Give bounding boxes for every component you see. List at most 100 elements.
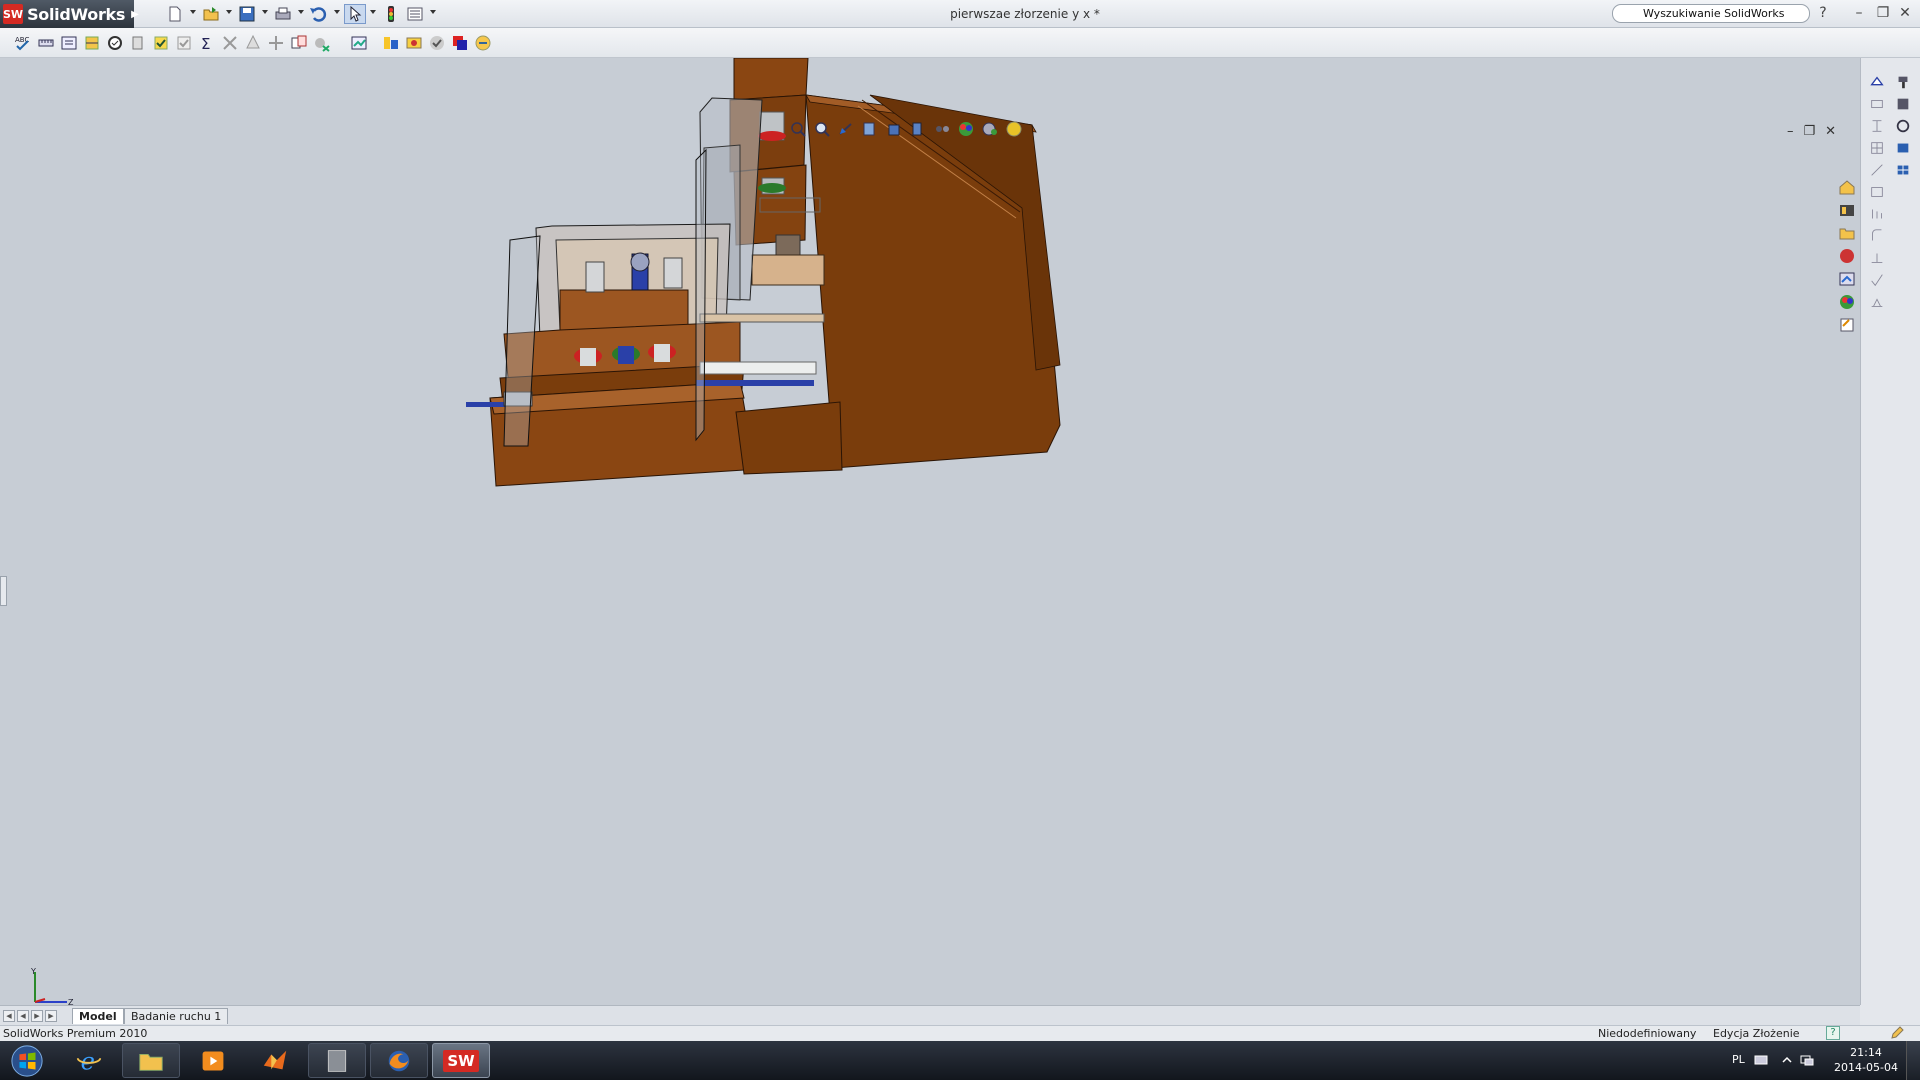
help-button[interactable]: ? bbox=[1814, 4, 1832, 22]
graphics-area[interactable]: – ❐ ✕ Y Z bbox=[0, 58, 1860, 1007]
edit-appearance-icon[interactable] bbox=[956, 120, 976, 138]
apply-scene-icon[interactable] bbox=[980, 120, 1000, 138]
options-dropdown-icon[interactable] bbox=[430, 10, 436, 14]
vertical-dimension-icon[interactable] bbox=[1867, 116, 1887, 136]
smart-dimension-icon[interactable] bbox=[1867, 72, 1887, 92]
appearances-scenes-icon[interactable] bbox=[1836, 291, 1858, 313]
view-palette-icon[interactable] bbox=[1836, 268, 1858, 290]
open-dropdown-icon[interactable] bbox=[226, 10, 232, 14]
zoom-area-icon[interactable] bbox=[812, 120, 832, 138]
taskbar-file-explorer[interactable] bbox=[122, 1043, 180, 1078]
taskbar-solidworks[interactable]: SW bbox=[432, 1043, 490, 1078]
deviation-icon[interactable] bbox=[350, 34, 368, 52]
new-document-icon[interactable] bbox=[164, 4, 186, 24]
display-style-icon[interactable] bbox=[908, 120, 928, 138]
datum-icon[interactable] bbox=[1867, 248, 1887, 268]
view-settings-icon[interactable] bbox=[1004, 120, 1024, 138]
evaluate-check-icon[interactable] bbox=[428, 34, 446, 52]
measure-icon[interactable] bbox=[37, 34, 55, 52]
first-tab-arrow-icon[interactable]: ◀ bbox=[3, 1010, 15, 1022]
window-close-button[interactable]: ✕ bbox=[1896, 4, 1914, 22]
select-icon[interactable] bbox=[344, 4, 366, 24]
angle-icon[interactable] bbox=[1867, 160, 1887, 180]
geometry-analysis-icon[interactable] bbox=[129, 34, 147, 52]
file-explorer-icon[interactable] bbox=[1836, 222, 1858, 244]
undo-icon[interactable] bbox=[307, 4, 329, 24]
pencil-icon[interactable] bbox=[1890, 1026, 1904, 1040]
block-icon[interactable] bbox=[1893, 138, 1913, 158]
horizontal-dimension-icon[interactable] bbox=[1867, 94, 1887, 114]
taskbar-app-5[interactable] bbox=[308, 1043, 366, 1078]
system-clock[interactable]: 21:14 2014-05-04 bbox=[1830, 1045, 1902, 1075]
rebuild-icon[interactable] bbox=[380, 4, 402, 24]
keyboard-icon[interactable] bbox=[1754, 1053, 1768, 1067]
tab-model[interactable]: Model bbox=[72, 1008, 124, 1024]
appearance-paint-icon[interactable] bbox=[1893, 72, 1913, 92]
next-tab-arrow-icon[interactable]: ▶ bbox=[31, 1010, 43, 1022]
previous-view-icon[interactable] bbox=[836, 120, 856, 138]
fillet-icon[interactable] bbox=[1867, 226, 1887, 246]
check-entity-icon[interactable] bbox=[106, 34, 124, 52]
language-indicator[interactable]: PL bbox=[1732, 1053, 1745, 1066]
hide-show-icon[interactable] bbox=[932, 120, 952, 138]
undo-dropdown-icon[interactable] bbox=[334, 10, 340, 14]
new-dropdown-icon[interactable] bbox=[190, 10, 196, 14]
feature-manager-expand-handle[interactable] bbox=[0, 576, 7, 606]
print-icon[interactable] bbox=[272, 4, 294, 24]
section-properties-icon[interactable] bbox=[83, 34, 101, 52]
balloon-icon[interactable] bbox=[1893, 116, 1913, 136]
spelling-icon[interactable]: ABC bbox=[14, 34, 32, 52]
solidworks-menu-button[interactable]: SW SolidWorks ▶ bbox=[0, 0, 139, 28]
view-orientation-icon[interactable] bbox=[884, 120, 904, 138]
taskbar-firefox[interactable] bbox=[370, 1043, 428, 1078]
mass-properties-icon[interactable] bbox=[60, 34, 78, 52]
show-hidden-icons-arrow-icon[interactable] bbox=[1780, 1053, 1794, 1067]
save-icon[interactable] bbox=[236, 4, 258, 24]
zoom-to-fit-icon[interactable] bbox=[788, 120, 808, 138]
compare-icon[interactable] bbox=[290, 34, 308, 52]
section-view-icon[interactable] bbox=[860, 120, 880, 138]
sum-icon[interactable]: Σ bbox=[198, 34, 216, 53]
taskbar-internet-explorer[interactable]: e bbox=[60, 1043, 118, 1078]
taskbar-matlab[interactable] bbox=[246, 1043, 304, 1078]
search-input[interactable]: Wyszukiwanie SolidWorks bbox=[1612, 4, 1810, 23]
select-dropdown-icon[interactable] bbox=[370, 10, 376, 14]
solidworks-resources-icon[interactable] bbox=[1836, 176, 1858, 198]
save-dropdown-icon[interactable] bbox=[262, 10, 268, 14]
appearance-icon[interactable] bbox=[451, 34, 469, 52]
interference-icon[interactable] bbox=[221, 34, 239, 52]
custom-properties-icon[interactable] bbox=[1836, 314, 1858, 336]
search-results-icon[interactable] bbox=[1836, 245, 1858, 267]
hole-alignment-icon[interactable] bbox=[267, 34, 285, 52]
print-dropdown-icon[interactable] bbox=[298, 10, 304, 14]
chamfer-dimension-icon[interactable] bbox=[1867, 182, 1887, 202]
tab-motion-study[interactable]: Badanie ruchu 1 bbox=[124, 1008, 229, 1024]
weld-symbol-icon[interactable] bbox=[1867, 292, 1887, 312]
surface-finish-icon[interactable] bbox=[1867, 270, 1887, 290]
design-library-icon[interactable] bbox=[1836, 199, 1858, 221]
window-minimize-button[interactable]: – bbox=[1850, 4, 1868, 22]
taskbar-media-player[interactable] bbox=[184, 1043, 242, 1078]
start-button[interactable] bbox=[4, 1042, 50, 1080]
performance-icon[interactable] bbox=[405, 34, 423, 52]
assembly-model-view[interactable] bbox=[0, 58, 1860, 1005]
options-icon[interactable] bbox=[404, 4, 426, 24]
network-icon[interactable] bbox=[1800, 1053, 1814, 1067]
viewport-restore-button[interactable]: ❐ bbox=[1804, 124, 1816, 139]
trace-icon[interactable] bbox=[313, 34, 331, 52]
ordinate-dimension-icon[interactable] bbox=[1867, 138, 1887, 158]
check-icon[interactable] bbox=[175, 34, 193, 52]
last-tab-arrow-icon[interactable]: ▶ bbox=[45, 1010, 57, 1022]
show-desktop-button[interactable] bbox=[1906, 1041, 1920, 1080]
viewport-close-button[interactable]: ✕ bbox=[1825, 124, 1836, 139]
previous-tab-arrow-icon[interactable]: ◀ bbox=[17, 1010, 29, 1022]
quick-tips-help-icon[interactable]: ? bbox=[1826, 1026, 1840, 1040]
viewport-minimize-button[interactable]: – bbox=[1787, 124, 1794, 139]
baseline-dimension-icon[interactable] bbox=[1867, 204, 1887, 224]
note-icon[interactable] bbox=[1893, 94, 1913, 114]
table-icon[interactable] bbox=[1893, 160, 1913, 180]
window-restore-button[interactable]: ❐ bbox=[1874, 4, 1892, 22]
assembly-visualization-icon[interactable] bbox=[382, 34, 400, 52]
open-folder-icon[interactable] bbox=[200, 4, 222, 24]
clearance-icon[interactable] bbox=[244, 34, 262, 52]
